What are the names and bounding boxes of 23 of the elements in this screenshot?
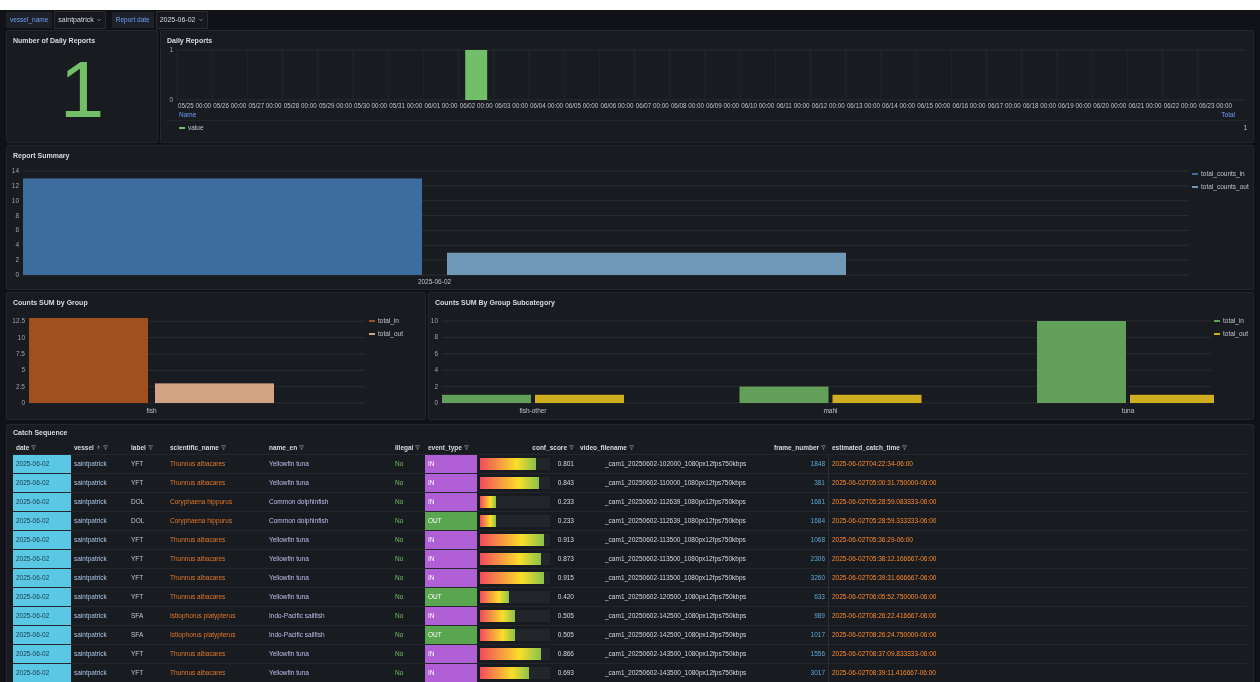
sort-arrow-icon: [95, 445, 101, 450]
filter-icon: [102, 445, 108, 450]
legend-swatch: [1192, 185, 1198, 188]
filter-icon: [569, 445, 574, 450]
filter-icon: [415, 445, 421, 450]
filter-icon: [628, 445, 634, 450]
chevron-down-icon: [95, 17, 102, 23]
legend-swatch: [1192, 172, 1198, 175]
chevron-down-icon: [197, 17, 204, 23]
legend-swatch: [1214, 332, 1220, 335]
legend-swatch: [1214, 319, 1220, 322]
stat-value: 1: [59, 50, 105, 130]
filter-icon: [299, 445, 305, 450]
filter-icon: [821, 445, 826, 450]
legend-swatch: [369, 332, 375, 335]
filter-icon: [147, 445, 153, 450]
filter-icon: [220, 445, 226, 450]
legend-swatch: [179, 126, 185, 129]
legend-swatch: [369, 319, 375, 322]
filter-icon: [901, 445, 907, 450]
bar: [465, 50, 488, 100]
filter-icon: [463, 445, 469, 450]
filter-icon: [31, 445, 37, 450]
